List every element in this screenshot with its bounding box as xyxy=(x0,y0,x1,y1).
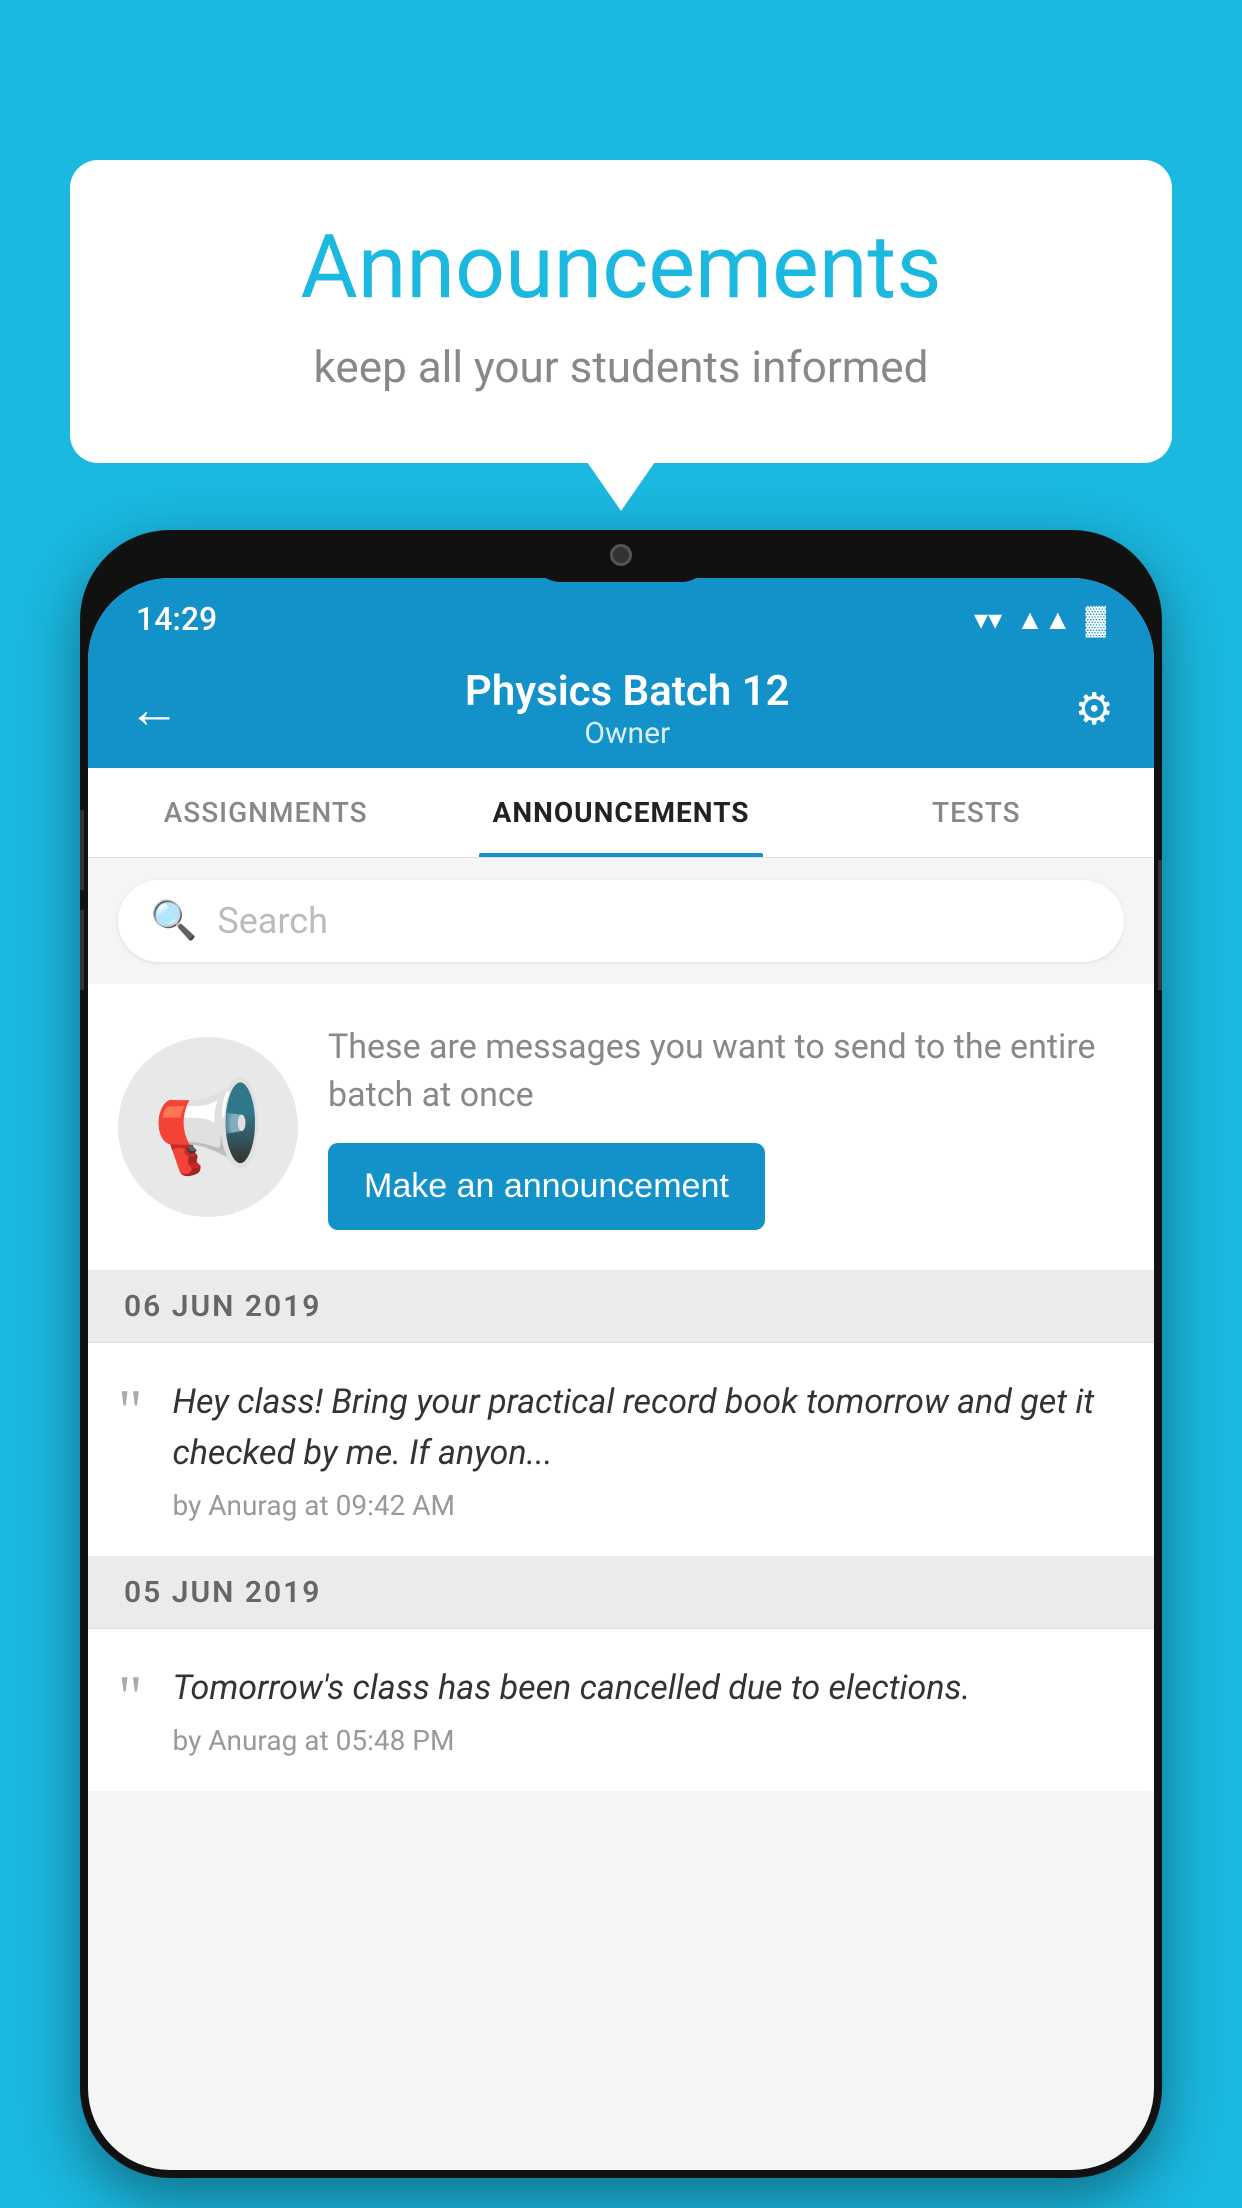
settings-icon[interactable]: ⚙ xyxy=(1075,683,1114,735)
battery-icon: ▓ xyxy=(1086,603,1106,636)
bubble-title: Announcements xyxy=(150,220,1092,317)
status-time: 14:29 xyxy=(136,600,217,638)
announcement-content-1: Hey class! Bring your practical record b… xyxy=(173,1377,1125,1522)
volume-down-button[interactable] xyxy=(80,910,84,990)
quote-icon-2: " xyxy=(118,1667,143,1727)
tab-tests[interactable]: TESTS xyxy=(799,768,1154,857)
announcement-item-1[interactable]: " Hey class! Bring your practical record… xyxy=(88,1343,1154,1557)
search-icon: 🔍 xyxy=(150,899,197,943)
phone-frame: 14:29 ▾▾ ▲▲ ▓ ← Physics Batch 12 Owner ⚙… xyxy=(80,530,1162,2178)
tab-bar: ASSIGNMENTS ANNOUNCEMENTS TESTS xyxy=(88,768,1154,858)
announcement-meta-2: by Anurag at 05:48 PM xyxy=(173,1724,1125,1757)
signal-icon: ▲▲ xyxy=(1016,603,1071,636)
make-announcement-button[interactable]: Make an announcement xyxy=(328,1143,765,1230)
speech-bubble-section: Announcements keep all your students inf… xyxy=(70,160,1172,463)
announcement-text-2: Tomorrow's class has been cancelled due … xyxy=(173,1663,1125,1714)
tab-announcements[interactable]: ANNOUNCEMENTS xyxy=(443,768,798,857)
app-bar-subtitle: Owner xyxy=(465,716,790,751)
speech-bubble-card: Announcements keep all your students inf… xyxy=(70,160,1172,463)
announcement-content-2: Tomorrow's class has been cancelled due … xyxy=(173,1663,1125,1757)
search-placeholder: Search xyxy=(217,900,328,942)
bubble-subtitle: keep all your students informed xyxy=(150,341,1092,393)
phone-camera xyxy=(610,544,632,566)
promo-section: 📢 These are messages you want to send to… xyxy=(88,984,1154,1271)
announcement-text-1: Hey class! Bring your practical record b… xyxy=(173,1377,1125,1479)
status-icons: ▾▾ ▲▲ ▓ xyxy=(974,603,1106,636)
megaphone-icon: 📢 xyxy=(152,1075,264,1180)
app-bar: ← Physics Batch 12 Owner ⚙ xyxy=(88,650,1154,768)
date-header-1: 06 JUN 2019 xyxy=(88,1271,1154,1343)
phone-notch xyxy=(531,530,711,582)
promo-description: These are messages you want to send to t… xyxy=(328,1024,1124,1119)
announcement-item-2[interactable]: " Tomorrow's class has been cancelled du… xyxy=(88,1629,1154,1791)
wifi-icon: ▾▾ xyxy=(974,603,1002,636)
promo-icon-circle: 📢 xyxy=(118,1037,298,1217)
power-button[interactable] xyxy=(1158,860,1162,990)
quote-icon-1: " xyxy=(118,1381,143,1441)
search-container: 🔍 Search xyxy=(88,858,1154,984)
search-bar[interactable]: 🔍 Search xyxy=(118,880,1124,962)
date-header-2: 05 JUN 2019 xyxy=(88,1557,1154,1629)
volume-up-button[interactable] xyxy=(80,810,84,890)
app-bar-title-group: Physics Batch 12 Owner xyxy=(465,667,790,751)
promo-right: These are messages you want to send to t… xyxy=(328,1024,1124,1230)
status-bar: 14:29 ▾▾ ▲▲ ▓ xyxy=(88,578,1154,650)
back-button[interactable]: ← xyxy=(128,679,180,740)
tab-assignments[interactable]: ASSIGNMENTS xyxy=(88,768,443,857)
app-bar-title: Physics Batch 12 xyxy=(465,667,790,716)
phone-screen: 14:29 ▾▾ ▲▲ ▓ ← Physics Batch 12 Owner ⚙… xyxy=(88,578,1154,2170)
announcement-meta-1: by Anurag at 09:42 AM xyxy=(173,1489,1125,1522)
